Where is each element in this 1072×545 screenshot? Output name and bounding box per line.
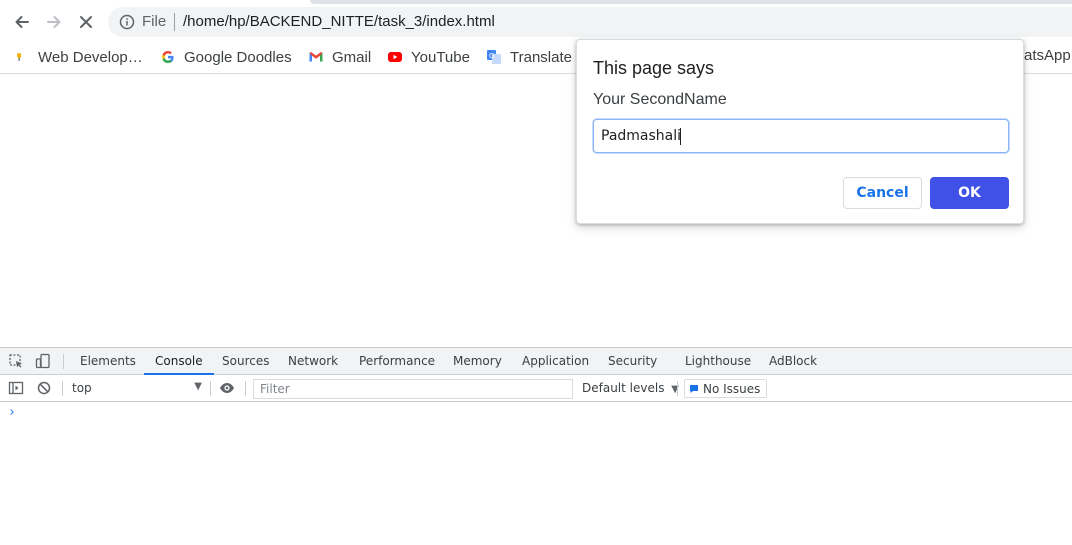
inspect-element-icon[interactable] xyxy=(8,353,24,369)
back-arrow-icon xyxy=(15,16,29,28)
issues-label: No Issues xyxy=(703,381,761,396)
device-toolbar-icon[interactable] xyxy=(35,353,51,369)
address-bar[interactable]: File /home/hp/BACKEND_NITTE/task_3/index… xyxy=(108,7,1072,37)
console-toolbar: top ▼ Default levels ▼ No Issues xyxy=(0,375,1072,402)
bookmark-pin-icon xyxy=(17,53,21,61)
bookmark-label: Translate xyxy=(510,48,572,66)
tab-application[interactable]: Application xyxy=(522,348,589,374)
translate-icon: G xyxy=(487,50,501,64)
prompt-dialog: This page says Your SecondName Cancel OK xyxy=(576,39,1024,224)
gmail-icon xyxy=(309,52,323,62)
info-icon[interactable] xyxy=(119,14,135,30)
bookmark-label: Web Develop… xyxy=(38,48,143,66)
log-levels-dropdown[interactable]: Default levels ▼ xyxy=(582,381,679,395)
message-icon xyxy=(690,384,698,393)
bookmark-youtube[interactable]: YouTube xyxy=(387,47,470,67)
url-scheme-label: File xyxy=(142,13,167,30)
console-output-area[interactable]: › xyxy=(0,403,1072,545)
bookmark-label: YouTube xyxy=(411,48,470,66)
bookmark-label: Gmail xyxy=(332,48,372,66)
text-caret xyxy=(680,128,681,145)
stop-loading-button[interactable] xyxy=(72,8,100,36)
youtube-icon xyxy=(388,52,402,62)
url-text[interactable]: /home/hp/BACKEND_NITTE/task_3/index.html xyxy=(183,13,495,30)
tab-sources[interactable]: Sources xyxy=(222,348,269,374)
devtools-tab-bar: Elements Console Sources Network Perform… xyxy=(0,348,1072,375)
context-value: top xyxy=(72,381,92,395)
google-icon xyxy=(162,51,174,63)
tab-elements[interactable]: Elements xyxy=(80,348,136,374)
tab-performance[interactable]: Performance xyxy=(359,348,435,374)
bookmark-label: Google Doodles xyxy=(184,48,292,66)
cancel-button[interactable]: Cancel xyxy=(843,177,922,209)
forward-arrow-icon xyxy=(47,16,61,28)
tab-bar-divider xyxy=(63,354,64,369)
execution-context-select[interactable]: top ▼ xyxy=(72,381,206,397)
clear-console-icon[interactable] xyxy=(36,380,52,396)
tab-memory[interactable]: Memory xyxy=(453,348,502,374)
eye-icon[interactable] xyxy=(219,380,235,396)
issues-counter-button[interactable]: No Issues xyxy=(684,379,768,398)
dialog-message: Your SecondName xyxy=(593,91,727,108)
tab-console[interactable]: Console xyxy=(144,348,214,375)
dropdown-arrow-icon: ▼ xyxy=(194,381,202,392)
tab-adblock[interactable]: AdBlock xyxy=(769,348,817,374)
toolbar-divider xyxy=(677,381,678,396)
tab-lighthouse[interactable]: Lighthouse xyxy=(685,348,751,374)
omnibox-separator xyxy=(174,13,175,31)
console-filter-input[interactable] xyxy=(253,379,573,399)
bookmark-google-doodles[interactable]: Google Doodles xyxy=(160,47,292,67)
toolbar-divider xyxy=(245,381,246,396)
bookmark-whatsapp[interactable]: atsApp xyxy=(1024,47,1071,64)
sidebar-toggle-icon[interactable] xyxy=(8,380,24,396)
close-icon xyxy=(80,16,92,28)
devtools-panel: Elements Console Sources Network Perform… xyxy=(0,347,1072,545)
console-prompt-chevron: › xyxy=(8,405,16,420)
log-levels-label: Default levels xyxy=(582,381,665,395)
prompt-input[interactable] xyxy=(593,119,1009,153)
bookmark-web-developer[interactable]: Web Develop… xyxy=(16,47,143,67)
ok-button[interactable]: OK xyxy=(930,177,1009,209)
dialog-title: This page says xyxy=(593,58,715,78)
tab-security[interactable]: Security xyxy=(608,348,657,374)
navigation-bar: File /home/hp/BACKEND_NITTE/task_3/index… xyxy=(0,4,1072,40)
toolbar-divider xyxy=(62,381,63,396)
tab-network[interactable]: Network xyxy=(288,348,338,374)
bookmark-gmail[interactable]: Gmail xyxy=(308,47,371,67)
bookmark-translate[interactable]: G Translate xyxy=(486,47,572,67)
back-button[interactable] xyxy=(8,8,36,36)
svg-text:G: G xyxy=(489,52,494,60)
forward-button[interactable] xyxy=(40,8,68,36)
toolbar-divider xyxy=(210,381,211,396)
